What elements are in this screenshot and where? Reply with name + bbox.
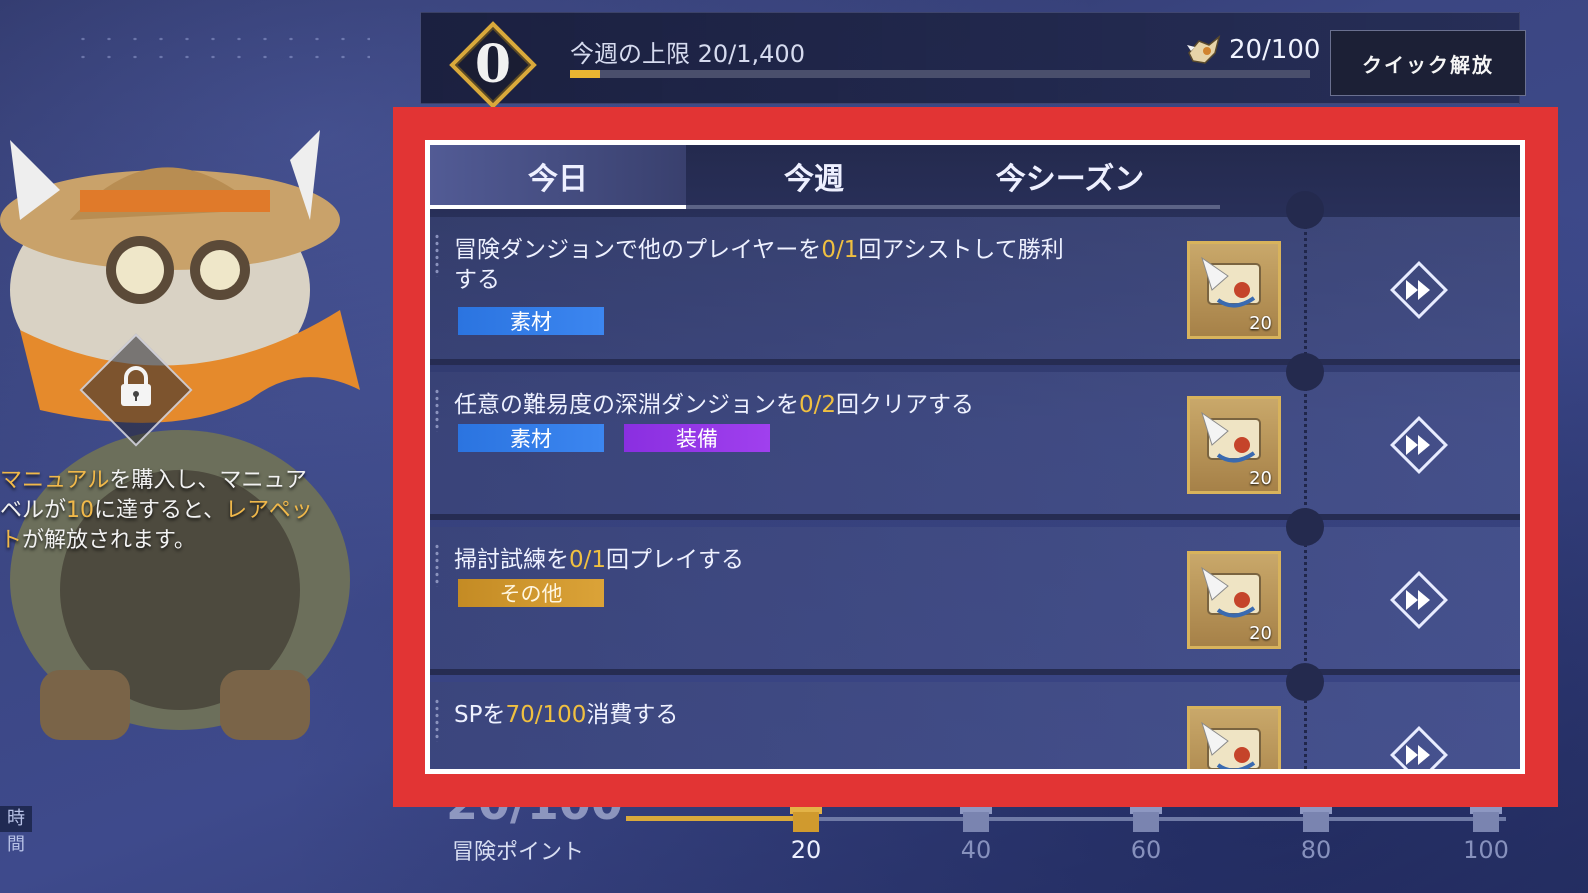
manual-text-part: ベルが [0,498,67,523]
week-progress-fill [570,70,600,78]
row-marker [434,233,440,277]
task-description: SPを70/100消費する [454,700,1074,730]
milestone-label: 60 [1130,836,1162,864]
timeline-node [1286,508,1324,546]
reward-count: 20 [1249,623,1272,644]
tag-badge: その他 [458,579,604,607]
pet-count: 20/100 [1185,32,1320,68]
task-text-before: SPを [454,702,506,728]
task-text-after: 回クリアする [836,392,975,418]
task-tags: その他 [458,579,604,607]
gift-box-icon[interactable] [789,804,823,832]
row-divider [430,514,1520,520]
gift-box-icon[interactable] [1469,804,1503,832]
scroll-reward-icon [1201,566,1261,618]
task-tags: 素材 装備 [458,424,770,452]
task-text-before: 任意の難易度の深淵ダンジョンを [454,392,799,418]
scroll-reward-icon [1201,411,1261,463]
task-progress: 0/1 [569,547,607,573]
manual-text-part: を購入し、マニュア [109,468,307,493]
reward-item[interactable]: 20 [1187,551,1281,649]
task-progress: 70/100 [505,702,587,728]
fast-forward-icon [1390,571,1448,629]
fast-forward-icon [1390,416,1448,474]
go-button[interactable] [1388,724,1450,769]
manual-text-part: が解放されます。 [22,528,196,553]
reward-count: 20 [1249,313,1272,334]
manual-text-part: マニュアル [0,468,110,493]
fast-forward-icon [1390,726,1448,769]
reward-item[interactable]: 20 [1187,241,1281,339]
pet-icon [1187,35,1221,64]
gift-box-icon[interactable] [1299,804,1333,832]
fast-forward-icon [1390,261,1448,319]
task-text-after: 回プレイする [606,547,745,573]
pet-count-text: 20/100 [1229,35,1321,65]
reward-item[interactable]: 20 [1187,706,1281,769]
level-badge: 0 [449,21,537,109]
task-text-before: 冒険ダンジョンで他のプレイヤーを [454,237,822,263]
task-description: 掃討試練を0/1回プレイする [454,545,1074,575]
timeline-node [1286,191,1324,229]
time-tag: 時間 [0,806,32,855]
scroll-reward-icon [1201,256,1261,308]
owl-character [0,110,400,810]
task-tags: 素材 [458,307,604,335]
manual-text-part: 10 [66,498,95,523]
go-button[interactable] [1388,259,1450,321]
task-text-after: 消費する [586,702,679,728]
tag-badge: 素材 [458,307,604,335]
adventure-points-label: 冒険ポイント [452,840,585,865]
points-fill [626,816,802,821]
task-text-before: 掃討試練を [454,547,569,573]
tab-this-week[interactable]: 今週 [686,145,942,207]
timeline-node [1286,353,1324,391]
tab-active-indicator [430,205,686,209]
scroll-reward-icon [1201,721,1261,769]
milestone-label: 80 [1300,836,1332,864]
manual-text-part: レアペッ [225,498,313,523]
tag-badge: 素材 [458,424,604,452]
task-description: 冒険ダンジョンで他のプレイヤーを0/1回アシストして勝利する [454,235,1074,295]
tab-today[interactable]: 今日 [430,145,686,207]
task-progress: 0/2 [799,392,837,418]
go-button[interactable] [1388,414,1450,476]
row-divider [430,669,1520,675]
tab-bar: 今日 今週 今シーズン [430,145,1220,211]
row-marker [434,698,440,742]
gift-box-icon[interactable] [959,804,993,832]
milestone-label: 40 [960,836,992,864]
quick-unlock-button[interactable]: クイック解放 [1330,30,1526,96]
go-button[interactable] [1388,569,1450,631]
task-row: 任意の難易度の深淵ダンジョンを0/2回クリアする素材 装備 20 [430,372,1520,520]
manual-unlock-text: マニュアルを購入し、マニュアベルが10に達すると、レアペットが解放されます。 [0,466,330,556]
manual-text-part: に達すると、 [94,498,226,523]
mission-panel: 今日 今週 今シーズン 冒険ダンジョンで他のプレイヤーを0/1回アシストして勝利… [430,145,1520,769]
task-description: 任意の難易度の深淵ダンジョンを0/2回クリアする [454,390,1074,420]
task-progress: 0/1 [821,237,859,263]
tag-badge: 装備 [624,424,770,452]
tab-this-season[interactable]: 今シーズン [942,145,1198,207]
tab-underline [430,205,1220,209]
timeline-node [1286,663,1324,701]
lock-icon [121,366,151,406]
task-row: 冒険ダンジョンで他のプレイヤーを0/1回アシストして勝利する素材 20 [430,217,1520,365]
reward-count: 20 [1249,468,1272,489]
row-divider [430,359,1520,365]
manual-text-part: ト [0,528,23,553]
decorative-dots [70,30,370,70]
row-marker [434,388,440,432]
reward-item[interactable]: 20 [1187,396,1281,494]
gift-box-icon[interactable] [1129,804,1163,832]
task-row: 掃討試練を0/1回プレイする その他 20 [430,527,1520,675]
milestone-label: 20 [790,836,822,864]
week-progress-bar [570,70,1310,78]
milestone-label: 100 [1463,836,1509,864]
level-number: 0 [474,34,512,95]
week-limit-text: 今週の上限 20/1,400 [570,40,805,68]
task-row: SPを70/100消費する 20 [430,682,1520,769]
row-marker [434,543,440,587]
